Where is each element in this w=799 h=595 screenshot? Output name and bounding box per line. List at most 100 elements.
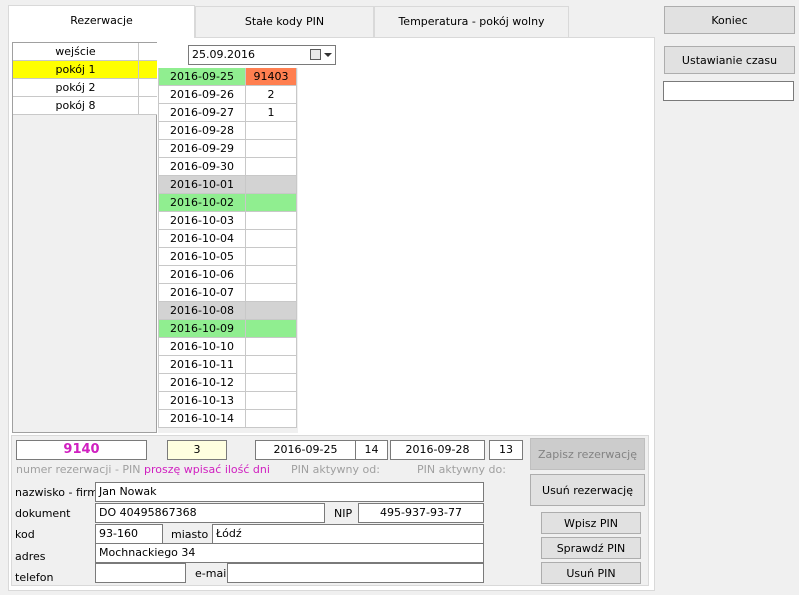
value-cell[interactable] xyxy=(246,392,297,409)
date-cell[interactable]: 2016-09-27 xyxy=(158,104,246,121)
date-cell[interactable]: 2016-10-13 xyxy=(158,392,246,409)
active-to-label: PIN aktywny do: xyxy=(417,463,506,476)
delete-reservation-button[interactable]: Usuń rezerwację xyxy=(530,474,645,506)
value-cell[interactable] xyxy=(246,374,297,391)
date-cell[interactable]: 2016-09-30 xyxy=(158,158,246,175)
room-item-pokoj-8[interactable]: pokój 8 xyxy=(13,97,157,115)
value-cell[interactable]: 91403 xyxy=(246,68,297,85)
pin-number-field[interactable]: 9140 xyxy=(16,440,147,460)
date-row[interactable]: 2016-10-09 xyxy=(158,320,297,338)
check-pin-button[interactable]: Sprawdź PIN xyxy=(541,537,641,559)
active-from-hour[interactable]: 14 xyxy=(355,440,388,460)
value-cell[interactable]: 1 xyxy=(246,104,297,121)
date-row[interactable]: 2016-10-11 xyxy=(158,356,297,374)
active-to-hour[interactable]: 13 xyxy=(489,440,523,460)
chevron-down-icon[interactable] xyxy=(324,53,332,57)
date-cell[interactable]: 2016-10-01 xyxy=(158,176,246,193)
room-item-pokoj-1[interactable]: pokój 1 xyxy=(13,61,157,79)
room-list[interactable]: wejście pokój 1 pokój 2 pokój 8 xyxy=(12,42,157,433)
date-row[interactable]: 2016-10-04 xyxy=(158,230,297,248)
date-row[interactable]: 2016-09-30 xyxy=(158,158,297,176)
date-row[interactable]: 2016-10-14 xyxy=(158,410,297,428)
zip-label: kod xyxy=(15,528,35,541)
date-row[interactable]: 2016-10-06 xyxy=(158,266,297,284)
time-field[interactable] xyxy=(663,81,794,101)
date-row[interactable]: 2016-10-05 xyxy=(158,248,297,266)
date-cell[interactable]: 2016-10-06 xyxy=(158,266,246,283)
active-to-date[interactable]: 2016-09-28 xyxy=(390,440,485,460)
date-row[interactable]: 2016-09-27 1 xyxy=(158,104,297,122)
date-row[interactable]: 2016-10-10 xyxy=(158,338,297,356)
date-cell[interactable]: 2016-09-28 xyxy=(158,122,246,139)
value-cell[interactable] xyxy=(246,320,297,337)
value-cell[interactable] xyxy=(246,410,297,427)
date-row[interactable]: 2016-10-12 xyxy=(158,374,297,392)
date-cell[interactable]: 2016-09-29 xyxy=(158,140,246,157)
email-field[interactable] xyxy=(227,563,484,583)
write-pin-button[interactable]: Wpisz PIN xyxy=(541,512,641,534)
value-cell[interactable] xyxy=(246,122,297,139)
date-row[interactable]: 2016-10-07 xyxy=(158,284,297,302)
set-time-button[interactable]: Ustawianie czasu xyxy=(664,46,795,74)
address-field[interactable]: Mochnackiego 34 xyxy=(95,543,484,563)
nip-field[interactable]: 495-937-93-77 xyxy=(358,503,484,523)
value-cell[interactable] xyxy=(246,266,297,283)
calendar-icon[interactable] xyxy=(310,49,321,60)
phone-field[interactable] xyxy=(95,563,186,583)
date-cell[interactable]: 2016-10-05 xyxy=(158,248,246,265)
value-cell[interactable] xyxy=(246,176,297,193)
date-cell[interactable]: 2016-10-08 xyxy=(158,302,246,319)
value-cell[interactable] xyxy=(246,356,297,373)
date-cell[interactable]: 2016-10-14 xyxy=(158,410,246,427)
tab-temperatura[interactable]: Temperatura - pokój wolny xyxy=(374,6,569,37)
tab-stale-kody-pin[interactable]: Stałe kody PIN xyxy=(195,6,374,37)
city-label: miasto xyxy=(171,528,209,541)
date-picker-value: 25.09.2016 xyxy=(192,48,255,61)
value-cell[interactable] xyxy=(246,284,297,301)
value-cell[interactable] xyxy=(246,194,297,211)
date-cell[interactable]: 2016-10-12 xyxy=(158,374,246,391)
date-row[interactable]: 2016-09-29 xyxy=(158,140,297,158)
date-cell[interactable]: 2016-09-25 xyxy=(158,68,246,85)
date-row[interactable]: 2016-09-25 91403 xyxy=(158,68,297,86)
name-field[interactable]: Jan Nowak xyxy=(95,482,484,502)
value-cell[interactable] xyxy=(246,158,297,175)
room-item-pokoj-2[interactable]: pokój 2 xyxy=(13,79,157,97)
date-cell[interactable]: 2016-09-26 xyxy=(158,86,246,103)
nip-label: NIP xyxy=(334,507,353,520)
value-cell[interactable] xyxy=(246,338,297,355)
value-cell[interactable] xyxy=(246,302,297,319)
active-from-date[interactable]: 2016-09-25 xyxy=(255,440,356,460)
room-item-wejscie[interactable]: wejście xyxy=(13,43,157,61)
date-cell[interactable]: 2016-10-02 xyxy=(158,194,246,211)
value-cell[interactable] xyxy=(246,140,297,157)
value-cell[interactable] xyxy=(246,212,297,229)
save-reservation-button[interactable]: Zapisz rezerwację xyxy=(530,438,645,470)
date-row[interactable]: 2016-09-28 xyxy=(158,122,297,140)
city-field[interactable]: Łódź xyxy=(212,524,484,544)
date-cell[interactable]: 2016-10-07 xyxy=(158,284,246,301)
date-cell[interactable]: 2016-10-04 xyxy=(158,230,246,247)
end-button[interactable]: Koniec xyxy=(664,6,795,34)
room-name: wejście xyxy=(13,43,139,60)
tab-rezerwacje[interactable]: Rezerwacje xyxy=(8,5,195,38)
date-row[interactable]: 2016-10-08 xyxy=(158,302,297,320)
value-cell[interactable] xyxy=(246,230,297,247)
date-row[interactable]: 2016-10-01 xyxy=(158,176,297,194)
value-cell[interactable]: 2 xyxy=(246,86,297,103)
date-cell[interactable]: 2016-10-09 xyxy=(158,320,246,337)
date-cell[interactable]: 2016-10-10 xyxy=(158,338,246,355)
date-row[interactable]: 2016-10-02 xyxy=(158,194,297,212)
date-row[interactable]: 2016-09-26 2 xyxy=(158,86,297,104)
date-picker[interactable]: 25.09.2016 xyxy=(188,45,336,65)
date-cell[interactable]: 2016-10-03 xyxy=(158,212,246,229)
date-row[interactable]: 2016-10-03 xyxy=(158,212,297,230)
value-cell[interactable] xyxy=(246,248,297,265)
zip-field[interactable]: 93-160 xyxy=(95,524,163,544)
delete-pin-button[interactable]: Usuń PIN xyxy=(541,562,641,584)
date-row[interactable]: 2016-10-13 xyxy=(158,392,297,410)
date-cell[interactable]: 2016-10-11 xyxy=(158,356,246,373)
document-field[interactable]: DO 40495867368 xyxy=(95,503,325,523)
days-count-field[interactable]: 3 xyxy=(167,440,227,460)
date-grid[interactable]: 2016-09-25 91403 2016-09-26 2 2016-09-27 1 201… xyxy=(158,68,298,433)
